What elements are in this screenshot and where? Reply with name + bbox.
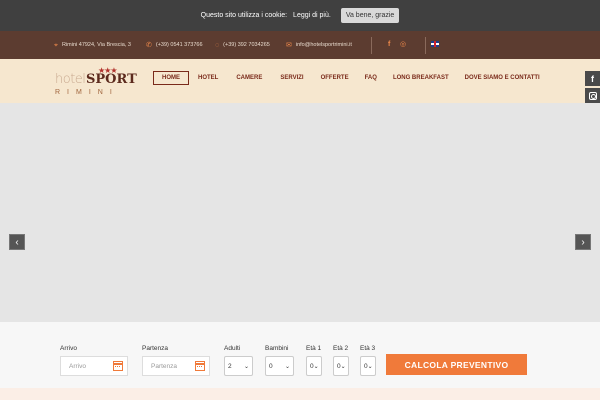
logo-city: RIMINI [55,89,119,96]
logo-hotel-word: hotel [55,72,86,87]
instagram-icon[interactable]: ◎ [400,41,406,48]
age1-select[interactable]: 0 ⌄ [306,356,322,376]
hotel-logo[interactable]: ★★★ hotel SPORT RIMINI [55,66,137,97]
age2-select[interactable]: 0 ⌄ [333,356,349,376]
children-value: 0 [269,362,273,370]
phone-item[interactable]: ✆ (+39) 0541 373766 [146,31,203,59]
age1-field: Età 1 0 ⌄ [306,345,322,376]
chevron-down-icon: ⌄ [243,363,249,370]
age3-select[interactable]: 0 ⌄ [360,356,376,376]
email-text[interactable]: info@hotelsportrimini.it [296,42,352,48]
chevron-down-icon: ⌄ [367,363,373,370]
whatsapp-icon: ◌ [215,41,220,49]
address-text: Rimini 47924, Via Brescia, 3 [61,42,131,48]
age2-label: Età 2 [333,345,349,352]
nav-dove-siamo[interactable]: DOVE SIAMO E CONTATTI [465,75,540,81]
nav-hotel[interactable]: HOTEL [198,75,218,81]
phone-text[interactable]: (+39) 0541 373766 [156,42,203,48]
divider [425,37,426,54]
children-label: Bambini [265,345,289,352]
side-instagram-icon[interactable] [585,88,600,103]
site-header: ★★★ hotel SPORT RIMINI HOME HOTEL CAMERE… [0,59,600,103]
arrival-placeholder: Arrivo [69,362,86,370]
logo-sport-word: SPORT [86,72,137,87]
footer-strip [0,388,600,400]
departure-input[interactable]: Partenza [142,356,210,376]
chevron-down-icon: ⌄ [313,363,319,370]
location-pin-icon: ⌖ [54,41,58,49]
nav-servizi[interactable]: SERVIZI [280,75,303,81]
contact-bar: ⌖ Rimini 47924, Via Brescia, 3 ✆ (+39) 0… [0,31,600,59]
cookie-bar: Questo sito utilizza i cookie: Leggi di … [0,0,600,31]
nav-home[interactable]: HOME [153,71,189,85]
whatsapp-item[interactable]: ◌ (+39) 392 7034265 [215,31,270,59]
cookie-text: Questo sito utilizza i cookie: [200,12,288,19]
nav-faq[interactable]: FAQ [365,75,377,81]
address-item: ⌖ Rimini 47924, Via Brescia, 3 [54,31,131,59]
adults-value: 2 [228,362,232,370]
whatsapp-text[interactable]: (+39) 392 7034265 [223,42,270,48]
departure-label: Partenza [142,345,169,352]
cookie-info-link[interactable]: Leggi di più. [293,12,331,19]
slider-next-button[interactable]: › [575,234,591,250]
calendar-icon[interactable] [195,361,205,371]
chevron-down-icon: ⌄ [284,363,290,370]
age2-field: Età 2 0 ⌄ [333,345,349,376]
calculate-quote-button[interactable]: CALCOLA PREVENTIVO [386,354,527,375]
phone-icon: ✆ [146,41,152,49]
facebook-icon[interactable]: f [388,41,390,48]
uk-flag-icon[interactable] [431,41,439,47]
hero-slider: ‹ › [0,103,600,322]
nav-offerte[interactable]: OFFERTE [321,75,349,81]
arrival-field: Arrivo Arrivo [60,345,128,376]
calendar-icon[interactable] [113,361,123,371]
age3-field: Età 3 0 ⌄ [360,345,376,376]
nav-camere[interactable]: CAMERE [236,75,262,81]
nav-long-breakfast[interactable]: LONG BREAKFAST [393,75,449,81]
email-item[interactable]: ✉ info@hotelsportrimini.it [286,31,352,59]
slider-prev-button[interactable]: ‹ [9,234,25,250]
children-field: Bambini 0 ⌄ [265,345,294,376]
divider [371,37,372,54]
age3-label: Età 3 [360,345,376,352]
departure-placeholder: Partenza [151,362,178,370]
children-select[interactable]: 0 ⌄ [265,356,294,376]
chevron-down-icon: ⌄ [340,363,346,370]
arrival-label: Arrivo [60,345,77,352]
main-nav: HOME HOTEL CAMERE SERVIZI OFFERTE FAQ LO… [153,71,540,85]
departure-field: Partenza Partenza [142,345,210,376]
adults-select[interactable]: 2 ⌄ [224,356,253,376]
adults-label: Adulti [224,345,241,352]
age1-label: Età 1 [306,345,322,352]
arrival-input[interactable]: Arrivo [60,356,128,376]
adults-field: Adulti 2 ⌄ [224,345,253,376]
envelope-icon: ✉ [286,41,292,49]
cookie-accept-button[interactable]: Va bene, grazie [340,8,400,23]
side-facebook-icon[interactable]: f [585,71,600,86]
